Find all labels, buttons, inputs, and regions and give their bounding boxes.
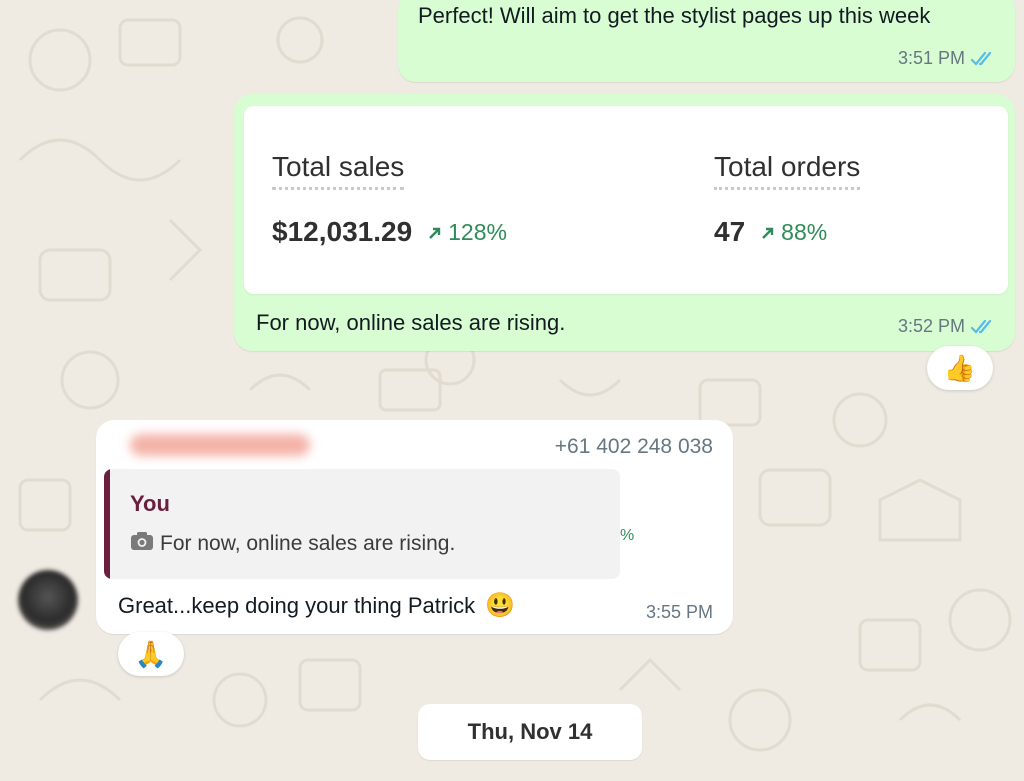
avatar[interactable] (18, 570, 78, 630)
read-receipt-icon (971, 51, 997, 67)
message-text: Perfect! Will aim to get the stylist pag… (418, 3, 931, 28)
total-orders-label: Total orders (714, 151, 861, 190)
outgoing-message[interactable]: Perfect! Will aim to get the stylist pag… (398, 0, 1015, 82)
thumbs-up-icon: 👍 (943, 352, 977, 383)
sales-delta: 128% (428, 219, 507, 246)
camera-icon (130, 531, 154, 557)
sender-name-blurred (130, 434, 310, 456)
message-time: 3:51 PM (897, 48, 965, 68)
arrow-up-right-icon (428, 219, 442, 246)
sender-phone: +61 402 248 038 (554, 435, 713, 458)
message-time: 3:55 PM (645, 602, 713, 622)
orders-delta-value: 88% (781, 218, 828, 245)
quote-accent-bar (104, 469, 110, 579)
thumbnail-fragment: % (620, 527, 635, 544)
grinning-face-emoji: 😃 (485, 592, 515, 619)
total-sales-value: $12,031.29 128% (272, 216, 507, 248)
quote-body: For now, online sales are rising. (130, 531, 455, 557)
folded-hands-icon: 🙏 (134, 638, 168, 669)
message-meta: 3:52 PM (898, 316, 997, 337)
message-body: Great...keep doing your thing Patrick (118, 593, 476, 618)
reaction-badge[interactable]: 👍 (927, 346, 993, 390)
image-caption: For now, online sales are rising. (256, 310, 566, 335)
orders-count: 47 (714, 216, 746, 247)
arrow-up-right-icon (761, 219, 775, 246)
message-time: 3:52 PM (897, 316, 965, 336)
total-orders-value: 47 88% (714, 216, 827, 248)
incoming-reply-message[interactable]: +61 402 248 038 You For now, online sale… (96, 420, 733, 634)
total-sales-label: Total sales (272, 151, 405, 190)
date-label: Thu, Nov 14 (467, 719, 593, 744)
outgoing-image-message[interactable]: Total sales $12,031.29 128% Total orders… (234, 94, 1015, 351)
message-text: Great...keep doing your thing Patrick 😃 (118, 591, 515, 621)
quote-thumbnail: % (620, 469, 724, 579)
sales-delta-value: 128% (448, 218, 507, 245)
quote-author: You (130, 491, 170, 516)
read-receipt-icon (971, 319, 997, 335)
orders-delta: 88% (761, 219, 827, 246)
date-divider: Thu, Nov 14 (418, 704, 642, 760)
reaction-badge[interactable]: 🙏 (118, 632, 184, 676)
image-attachment[interactable]: Total sales $12,031.29 128% Total orders… (244, 106, 1008, 294)
sales-amount: $12,031.29 (272, 216, 413, 247)
message-meta: 3:51 PM (898, 48, 997, 69)
quote-text: For now, online sales are rising. (160, 532, 456, 555)
quoted-message[interactable]: You For now, online sales are rising. (104, 469, 620, 579)
